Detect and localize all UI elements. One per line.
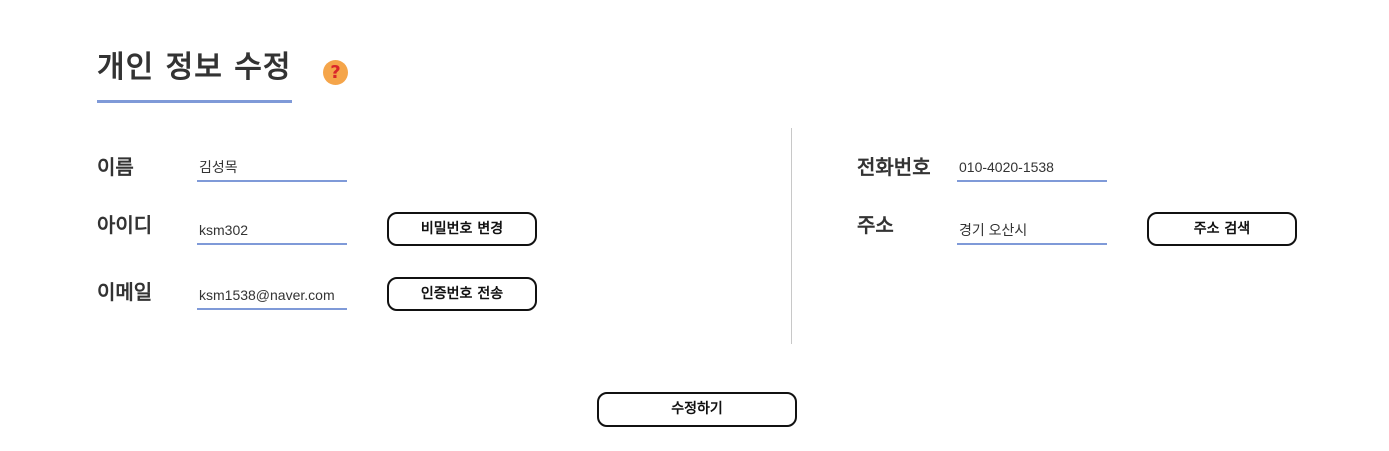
submit-button[interactable]: 수정하기 bbox=[597, 392, 797, 427]
email-field[interactable] bbox=[197, 281, 347, 310]
page-title: 개인 정보 수정 bbox=[97, 48, 292, 103]
id-field[interactable] bbox=[197, 216, 347, 245]
email-label: 이메일 bbox=[97, 280, 153, 304]
phone-label: 전화번호 bbox=[857, 155, 931, 179]
id-label: 아이디 bbox=[97, 213, 153, 237]
phone-field[interactable] bbox=[957, 153, 1107, 182]
address-label: 주소 bbox=[857, 213, 894, 237]
address-search-button[interactable]: 주소 검색 bbox=[1147, 212, 1297, 246]
page-header: 개인 정보 수정 bbox=[97, 48, 292, 104]
help-icon[interactable]: ? bbox=[323, 60, 348, 85]
change-password-button[interactable]: 비밀번호 변경 bbox=[387, 212, 537, 246]
column-divider bbox=[791, 128, 792, 344]
name-field[interactable] bbox=[197, 153, 347, 182]
name-label: 이름 bbox=[97, 155, 134, 179]
send-verification-button[interactable]: 인증번호 전송 bbox=[387, 277, 537, 311]
address-field[interactable] bbox=[957, 216, 1107, 245]
